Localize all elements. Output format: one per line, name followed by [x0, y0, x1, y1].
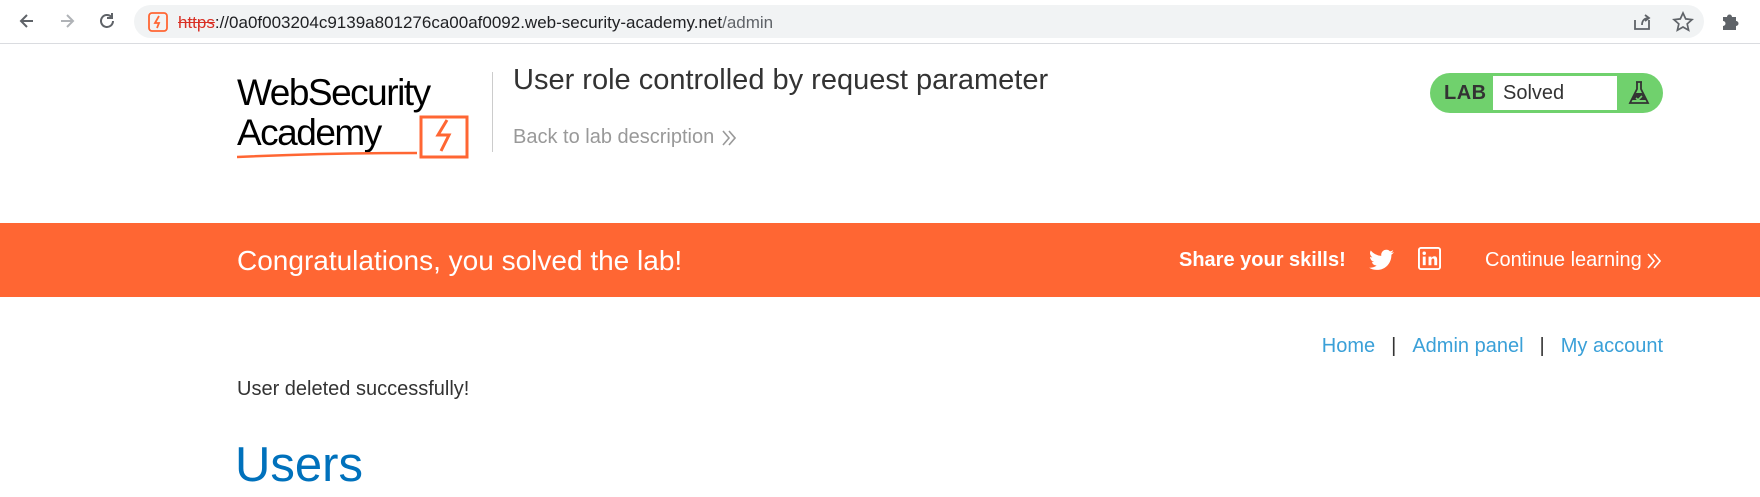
share-skills-label: Share your skills!	[1179, 249, 1346, 271]
url-scheme: https	[178, 13, 215, 32]
lab-status-text: Solved	[1503, 82, 1565, 104]
lab-badge: LAB	[1444, 82, 1487, 104]
back-arrow-icon[interactable]	[12, 6, 42, 36]
lab-status-widget: LAB Solved	[1430, 73, 1663, 113]
svg-text:WebSecurity: WebSecurity	[237, 72, 432, 113]
users-heading: Users	[235, 438, 363, 492]
nav-my-account-link[interactable]: My account	[1561, 335, 1663, 358]
reload-icon[interactable]	[92, 6, 122, 36]
nav-home-link[interactable]: Home	[1322, 335, 1375, 358]
back-to-lab-description-link[interactable]: Back to lab description	[513, 126, 737, 149]
double-chevron-right-icon	[722, 129, 737, 146]
linkedin-icon[interactable]	[1418, 247, 1441, 270]
svg-text:Academy: Academy	[237, 112, 383, 153]
status-message: User deleted successfully!	[237, 378, 470, 400]
solved-banner: Congratulations, you solved the lab! Sha…	[0, 223, 1760, 297]
url-host: ://0a0f003204c9139a801276ca00af0092.web-…	[214, 13, 723, 32]
double-chevron-right-icon	[1647, 252, 1661, 269]
site-info-icon[interactable]	[148, 12, 168, 32]
browser-toolbar: https://0a0f003204c9139a801276ca00af0092…	[0, 0, 1760, 44]
url-path: /admin	[722, 13, 774, 32]
forward-arrow-icon[interactable]	[52, 6, 82, 36]
nav-admin-panel-link[interactable]: Admin panel	[1412, 335, 1523, 358]
share-icon[interactable]	[1631, 11, 1653, 33]
status-box: Solved	[1493, 76, 1617, 110]
web-security-academy-logo[interactable]: WebSecurity Academy	[237, 71, 489, 161]
nav-separator: |	[1391, 335, 1397, 357]
twitter-icon[interactable]	[1369, 249, 1394, 271]
continue-learning-link[interactable]: Continue learning	[1485, 249, 1661, 272]
top-navigation: Home | Admin panel | My account	[1322, 335, 1663, 358]
header-divider	[492, 72, 493, 152]
back-link-label: Back to lab description	[513, 126, 715, 148]
nav-separator: |	[1539, 335, 1545, 357]
lab-title: User role controlled by request paramete…	[513, 64, 1049, 96]
continue-learning-label: Continue learning	[1485, 249, 1642, 271]
flask-icon	[1628, 81, 1650, 104]
congratulations-message: Congratulations, you solved the lab!	[237, 245, 683, 276]
url-text: https://0a0f003204c9139a801276ca00af0092…	[178, 13, 773, 33]
address-bar[interactable]: https://0a0f003204c9139a801276ca00af0092…	[134, 5, 1704, 38]
bookmark-star-icon[interactable]	[1672, 11, 1694, 33]
extensions-puzzle-icon[interactable]	[1720, 10, 1742, 32]
